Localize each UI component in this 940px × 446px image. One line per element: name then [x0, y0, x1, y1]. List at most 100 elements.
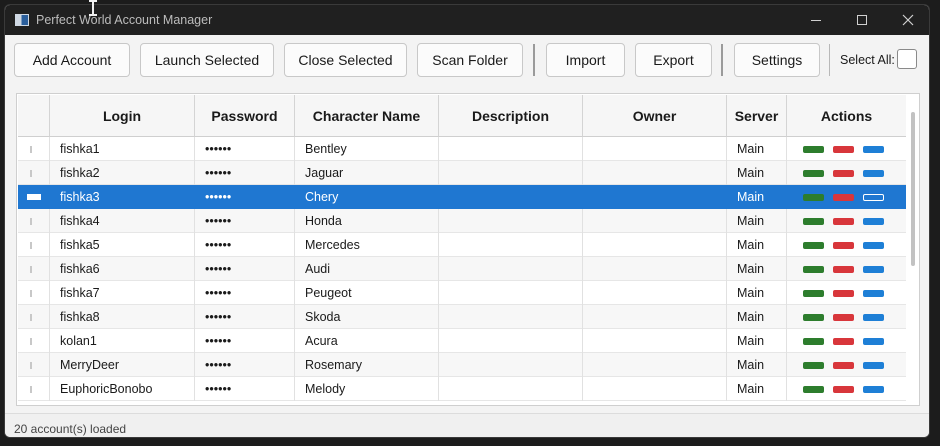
- row-checkbox[interactable]: [26, 194, 41, 200]
- table-row[interactable]: fishka6 •••••• Audi Main: [18, 257, 906, 281]
- close-button[interactable]: [833, 337, 854, 345]
- launch-button[interactable]: [803, 265, 824, 273]
- column-header-description[interactable]: Description: [439, 95, 583, 137]
- launch-button[interactable]: [803, 361, 824, 369]
- column-header-owner[interactable]: Owner: [583, 95, 727, 137]
- edit-button[interactable]: [863, 289, 884, 297]
- column-header-actions[interactable]: Actions: [787, 95, 906, 137]
- scan-folder-button[interactable]: Scan Folder: [417, 43, 523, 77]
- row-select-cell[interactable]: [18, 353, 50, 377]
- row-checkbox[interactable]: [29, 217, 32, 225]
- close-button[interactable]: [833, 289, 854, 297]
- column-header-login[interactable]: Login: [50, 95, 195, 137]
- launch-button[interactable]: [803, 193, 824, 201]
- launch-selected-button[interactable]: Launch Selected: [140, 43, 274, 77]
- app-window: Perfect World Account Manager Add Accoun…: [4, 4, 930, 438]
- row-checkbox[interactable]: [29, 385, 32, 393]
- close-button[interactable]: [833, 265, 854, 273]
- close-button[interactable]: [833, 193, 854, 201]
- launch-button[interactable]: [803, 385, 824, 393]
- owner-cell: [583, 137, 727, 161]
- table-row[interactable]: fishka5 •••••• Mercedes Main: [18, 233, 906, 257]
- row-checkbox[interactable]: [29, 145, 32, 153]
- row-select-cell[interactable]: [18, 209, 50, 233]
- row-checkbox[interactable]: [29, 265, 32, 273]
- table-row[interactable]: fishka3 •••••• Chery Main: [18, 185, 906, 209]
- row-checkbox[interactable]: [29, 289, 32, 297]
- close-button[interactable]: [833, 241, 854, 249]
- edit-button[interactable]: [863, 217, 884, 225]
- close-window-button[interactable]: [885, 5, 929, 35]
- row-checkbox[interactable]: [29, 241, 32, 249]
- row-select-cell[interactable]: [18, 377, 50, 401]
- minimize-button[interactable]: [793, 5, 839, 35]
- edit-button[interactable]: [863, 241, 884, 249]
- table-row[interactable]: fishka7 •••••• Peugeot Main: [18, 281, 906, 305]
- row-select-cell[interactable]: [18, 161, 50, 185]
- launch-button[interactable]: [803, 169, 824, 177]
- character-name-cell: Mercedes: [295, 233, 439, 257]
- table-row[interactable]: fishka4 •••••• Honda Main: [18, 209, 906, 233]
- select-all-label: Select All:: [840, 53, 895, 67]
- column-header-select[interactable]: [18, 95, 50, 137]
- close-selected-button[interactable]: Close Selected: [284, 43, 407, 77]
- edit-button[interactable]: [863, 385, 884, 393]
- edit-button[interactable]: [863, 313, 884, 321]
- row-select-cell[interactable]: [18, 257, 50, 281]
- edit-button[interactable]: [863, 361, 884, 369]
- character-name-cell: Jaguar: [295, 161, 439, 185]
- close-button[interactable]: [833, 313, 854, 321]
- login-cell: fishka7: [50, 281, 195, 305]
- launch-button[interactable]: [803, 313, 824, 321]
- password-cell: ••••••: [195, 353, 295, 377]
- table-row[interactable]: MerryDeer •••••• Rosemary Main: [18, 353, 906, 377]
- row-checkbox[interactable]: [29, 169, 32, 177]
- table-row[interactable]: fishka1 •••••• Bentley Main: [18, 137, 906, 161]
- edit-button[interactable]: [863, 169, 884, 177]
- edit-button[interactable]: [863, 337, 884, 345]
- settings-button[interactable]: Settings: [734, 43, 820, 77]
- launch-button[interactable]: [803, 289, 824, 297]
- edit-button[interactable]: [863, 265, 884, 273]
- import-button[interactable]: Import: [546, 43, 625, 77]
- actions-cell: [787, 377, 906, 401]
- table-row[interactable]: kolan1 •••••• Acura Main: [18, 329, 906, 353]
- close-button[interactable]: [833, 361, 854, 369]
- row-select-cell[interactable]: [18, 137, 50, 161]
- select-all-checkbox[interactable]: [897, 49, 917, 69]
- column-header-server[interactable]: Server: [727, 95, 787, 137]
- row-select-cell[interactable]: [18, 185, 50, 209]
- add-account-button[interactable]: Add Account: [14, 43, 130, 77]
- launch-button[interactable]: [803, 337, 824, 345]
- launch-button[interactable]: [803, 217, 824, 225]
- row-select-cell[interactable]: [18, 305, 50, 329]
- row-checkbox[interactable]: [29, 361, 32, 369]
- server-cell: Main: [727, 257, 787, 281]
- launch-button[interactable]: [803, 241, 824, 249]
- row-checkbox[interactable]: [29, 313, 32, 321]
- edit-button[interactable]: [863, 145, 884, 153]
- close-button[interactable]: [833, 145, 854, 153]
- table-row[interactable]: fishka2 •••••• Jaguar Main: [18, 161, 906, 185]
- launch-button[interactable]: [803, 145, 824, 153]
- row-select-cell[interactable]: [18, 329, 50, 353]
- title-bar[interactable]: Perfect World Account Manager: [5, 5, 929, 35]
- vertical-scrollbar[interactable]: [911, 112, 915, 266]
- character-name-cell: Melody: [295, 377, 439, 401]
- column-header-password[interactable]: Password: [195, 95, 295, 137]
- table-row[interactable]: EuphoricBonobo •••••• Melody Main: [18, 377, 906, 401]
- maximize-button[interactable]: [839, 5, 885, 35]
- login-cell: MerryDeer: [50, 353, 195, 377]
- row-select-cell[interactable]: [18, 233, 50, 257]
- close-button[interactable]: [833, 169, 854, 177]
- row-select-cell[interactable]: [18, 281, 50, 305]
- actions-cell: [787, 353, 906, 377]
- column-header-character-name[interactable]: Character Name: [295, 95, 439, 137]
- row-checkbox[interactable]: [29, 337, 32, 345]
- close-button[interactable]: [833, 385, 854, 393]
- edit-button[interactable]: [863, 193, 884, 201]
- login-cell: fishka2: [50, 161, 195, 185]
- close-button[interactable]: [833, 217, 854, 225]
- export-button[interactable]: Export: [635, 43, 712, 77]
- table-row[interactable]: fishka8 •••••• Skoda Main: [18, 305, 906, 329]
